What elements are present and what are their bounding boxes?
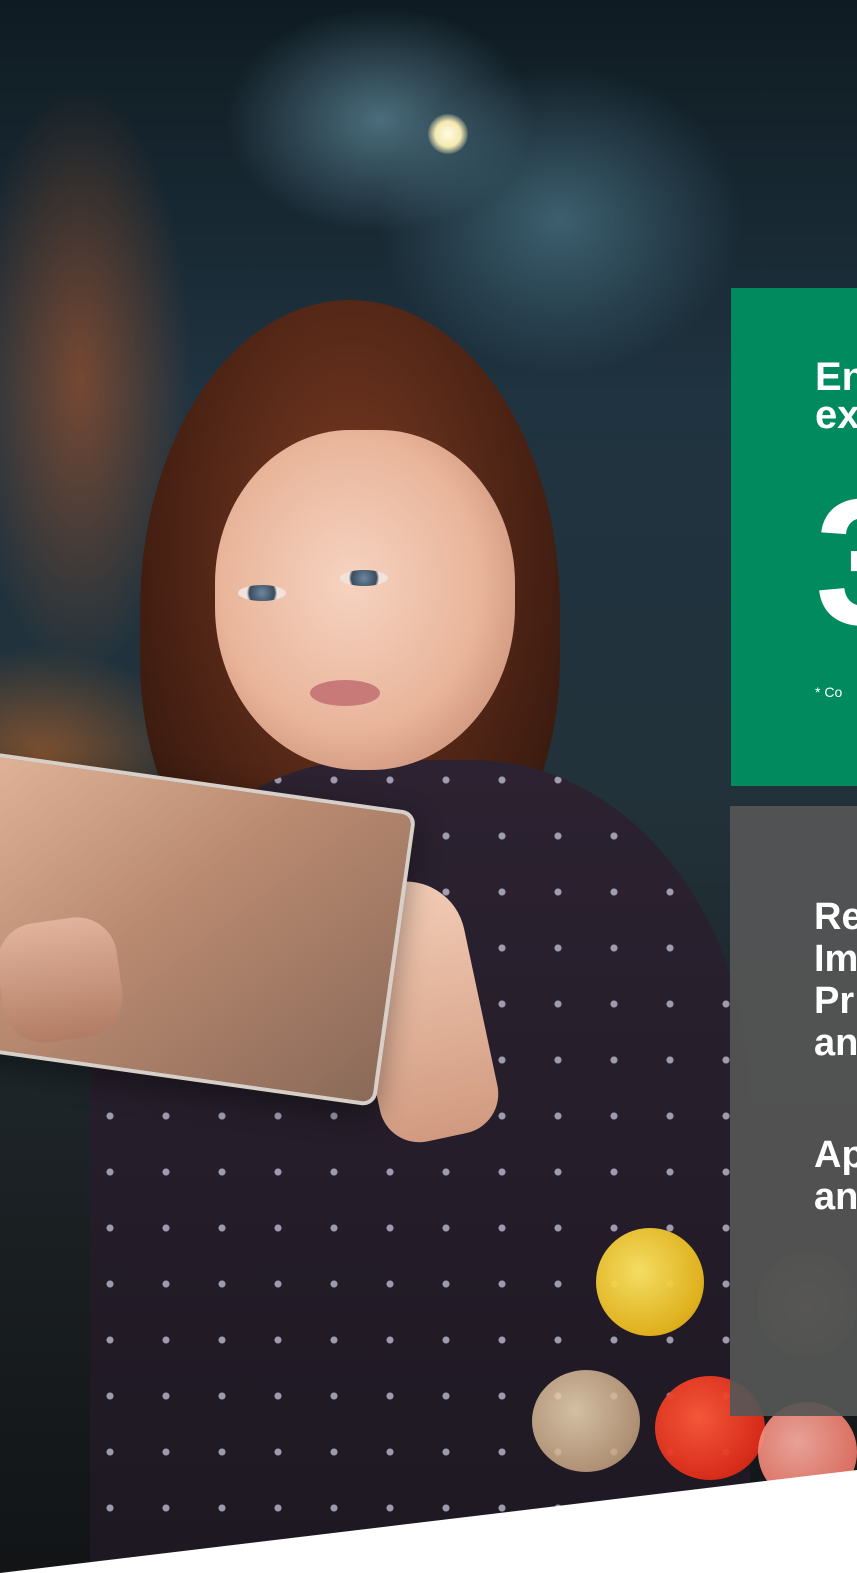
grey-card-paragraph-2: Ap an — [814, 1134, 857, 1218]
left-eye — [238, 585, 286, 601]
green-promo-card: En ex 3 * Co — [731, 288, 857, 786]
bokeh-light-beige — [532, 1370, 640, 1472]
person-photo — [0, 0, 857, 1573]
holding-hand — [0, 912, 128, 1048]
grey-info-card: Re Im Pr an Ap an — [730, 806, 857, 1416]
bokeh-light-yellow — [596, 1228, 704, 1336]
hero-background — [0, 0, 857, 1573]
right-eye — [340, 570, 388, 586]
green-card-heading: En ex — [815, 355, 857, 437]
lips — [310, 680, 380, 706]
green-card-big-number: 3 — [815, 473, 857, 653]
grey-card-paragraph-1: Re Im Pr an — [814, 896, 857, 1064]
green-card-footnote: * Co — [815, 684, 843, 700]
